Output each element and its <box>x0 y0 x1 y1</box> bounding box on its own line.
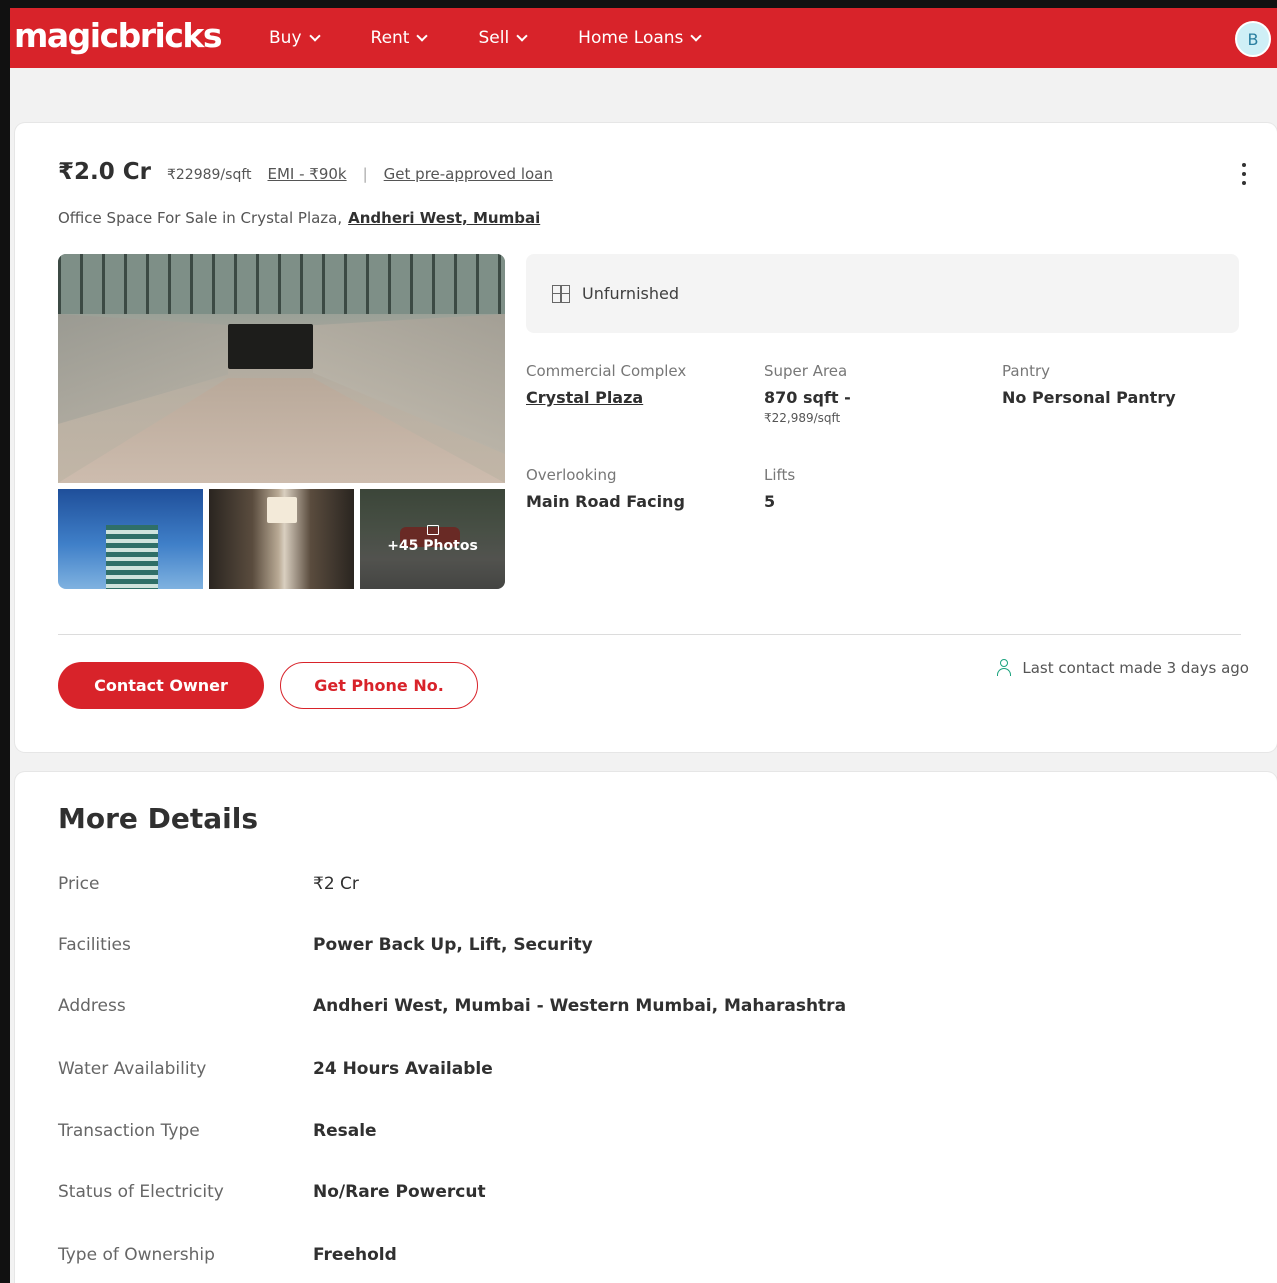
contact-owner-button[interactable]: Contact Owner <box>58 662 264 709</box>
listing-price: ₹2.0 Cr <box>58 159 151 185</box>
area-price-per-sqft: ₹22,989/sqft <box>764 411 841 425</box>
detail-value: Power Back Up, Lift, Security <box>313 935 593 955</box>
detail-row-facilities: Facilities Power Back Up, Lift, Security <box>58 935 593 955</box>
pantry-label: Pantry <box>1002 362 1050 380</box>
pre-approved-loan-link[interactable]: Get pre-approved loan <box>384 165 553 183</box>
top-navbar: magicbricks Buy Rent Sell Home Loans B <box>10 8 1277 68</box>
detail-label: Price <box>58 874 100 894</box>
nav-sell-label: Sell <box>478 28 510 48</box>
detail-row-electricity: Status of Electricity No/Rare Powercut <box>58 1182 486 1202</box>
detail-value: ₹2 Cr <box>313 874 359 894</box>
more-photos-thumbnail[interactable]: +45 Photos <box>360 489 505 589</box>
detail-value: Freehold <box>313 1245 397 1265</box>
price-per-sqft: ₹22989/sqft <box>166 167 252 183</box>
magicbricks-logo[interactable]: magicbricks <box>14 16 223 55</box>
page-frame: magicbricks Buy Rent Sell Home Loans B ₹… <box>0 0 1277 1283</box>
detail-value: No/Rare Powercut <box>313 1182 486 1202</box>
more-photos-label: +45 Photos <box>387 537 478 554</box>
listing-card: ₹2.0 Cr ₹22989/sqft EMI - ₹90k | Get pre… <box>15 123 1277 752</box>
listing-type: Office Space For Sale in Crystal Plaza, <box>58 209 343 227</box>
nav-sell[interactable]: Sell <box>478 28 528 48</box>
photo-thumbnails: +45 Photos <box>58 489 505 589</box>
nav-buy[interactable]: Buy <box>269 28 321 48</box>
price-row: ₹2.0 Cr ₹22989/sqft EMI - ₹90k | Get pre… <box>58 159 553 185</box>
detail-label: Status of Electricity <box>58 1182 224 1202</box>
detail-row-transaction: Transaction Type Resale <box>58 1121 377 1141</box>
complex-link[interactable]: Crystal Plaza <box>526 388 686 407</box>
detail-label: Transaction Type <box>58 1121 200 1141</box>
detail-value: 24 Hours Available <box>313 1059 493 1079</box>
separator: | <box>362 165 368 183</box>
nav-home-loans-label: Home Loans <box>578 28 684 48</box>
detail-label: Type of Ownership <box>58 1245 215 1265</box>
area-label: Super Area <box>764 362 848 380</box>
divider <box>58 634 1241 635</box>
detail-label: Water Availability <box>58 1059 207 1079</box>
last-contact-text: Last contact made 3 days ago <box>1022 659 1249 677</box>
thumbnail-photo[interactable] <box>209 489 354 589</box>
person-icon <box>996 659 1012 677</box>
thumbnail-photo[interactable] <box>58 489 203 589</box>
summary-area: Super Area 870 sqft - ₹22,989/sqft <box>764 362 851 425</box>
summary-lifts: Lifts 5 <box>764 466 795 511</box>
detail-row-water: Water Availability 24 Hours Available <box>58 1059 493 1079</box>
detail-label: Facilities <box>58 935 131 955</box>
lifts-label: Lifts <box>764 466 796 484</box>
overlooking-value: Main Road Facing <box>526 492 685 511</box>
emi-link[interactable]: EMI - ₹90k <box>268 165 347 183</box>
detail-value: Resale <box>313 1121 377 1141</box>
furnishing-status: Unfurnished <box>582 284 679 303</box>
pantry-value: No Personal Pantry <box>1002 388 1176 407</box>
nav-buy-label: Buy <box>269 28 302 48</box>
last-contact-info: Last contact made 3 days ago <box>996 659 1249 677</box>
furniture-icon <box>552 284 570 303</box>
summary-overlooking: Overlooking Main Road Facing <box>526 466 685 511</box>
main-photo[interactable] <box>58 254 505 483</box>
detail-value: Andheri West, Mumbai - Western Mumbai, M… <box>313 996 847 1016</box>
lifts-value: 5 <box>764 492 776 511</box>
chevron-down-icon <box>308 29 321 42</box>
nav-home-loans[interactable]: Home Loans <box>578 28 703 48</box>
detail-row-price: Price ₹2 Cr <box>58 874 359 894</box>
chevron-down-icon <box>416 29 429 42</box>
nav-rent[interactable]: Rent <box>370 28 429 48</box>
detail-label: Address <box>58 996 126 1016</box>
summary-complex: Commercial Complex Crystal Plaza <box>526 362 686 407</box>
user-avatar[interactable]: B <box>1235 21 1271 57</box>
area-value: 870 sqft - <box>764 388 851 407</box>
overlooking-label: Overlooking <box>526 466 617 484</box>
nav-rent-label: Rent <box>370 28 410 48</box>
get-phone-button[interactable]: Get Phone No. <box>280 662 478 709</box>
listing-subtitle: Office Space For Sale in Crystal Plaza, A… <box>58 209 540 227</box>
chevron-down-icon <box>690 29 703 42</box>
more-details-card: More Details Price ₹2 Cr Facilities Powe… <box>15 772 1277 1283</box>
more-options-icon[interactable] <box>1239 163 1249 185</box>
summary-pantry: Pantry No Personal Pantry <box>1002 362 1176 407</box>
chevron-down-icon <box>516 29 528 42</box>
detail-row-ownership: Type of Ownership Freehold <box>58 1245 397 1265</box>
detail-row-address: Address Andheri West, Mumbai - Western M… <box>58 996 846 1016</box>
complex-label: Commercial Complex <box>526 362 687 380</box>
furnishing-box: Unfurnished <box>526 254 1239 333</box>
location-link[interactable]: Andheri West, Mumbai <box>348 209 540 227</box>
more-details-title: More Details <box>58 802 259 835</box>
gallery-icon <box>426 524 439 535</box>
